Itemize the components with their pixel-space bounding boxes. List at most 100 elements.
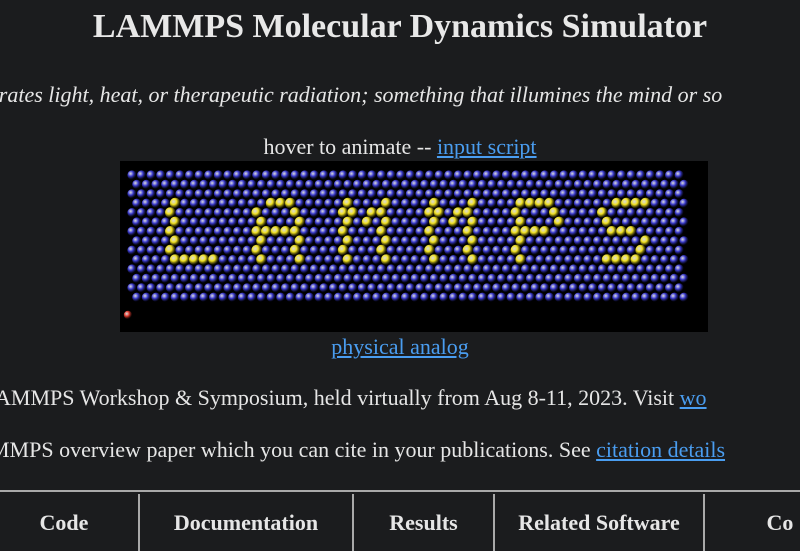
blue-atom [180, 217, 190, 227]
blue-atom [665, 170, 675, 180]
blue-atom [324, 292, 334, 302]
blue-atom [391, 198, 401, 208]
blue-atom [506, 198, 516, 208]
blue-atom [626, 208, 636, 218]
yellow-atom [601, 216, 613, 228]
blue-atom [372, 292, 382, 302]
blue-atom [367, 283, 377, 293]
blue-atom [252, 170, 262, 180]
blue-atom [612, 292, 622, 302]
workshop-text: AMMPS Workshop & Symposium, held virtual… [0, 385, 680, 410]
blue-atom [141, 292, 151, 302]
blue-atom [175, 264, 185, 274]
main-nav: Code Documentation Results Related Softw… [0, 490, 800, 551]
yellow-atom [553, 216, 565, 228]
blue-atom [626, 264, 636, 274]
blue-atom [146, 189, 156, 199]
nav-item-related-software[interactable]: Related Software [495, 494, 703, 551]
blue-atom [137, 208, 147, 218]
blue-atom [348, 245, 358, 255]
workshop-announcement: AMMPS Workshop & Symposium, held virtual… [0, 385, 707, 411]
blue-atom [175, 208, 185, 218]
yellow-atom [256, 254, 267, 265]
yellow-atom [510, 207, 522, 218]
nav-item-documentation[interactable]: Documentation [140, 494, 352, 551]
blue-atom [463, 283, 473, 293]
blue-atom [401, 217, 411, 227]
blue-atom [324, 273, 334, 283]
blue-atom [300, 283, 310, 293]
blue-atom [477, 217, 487, 227]
blue-atom [669, 255, 680, 265]
blue-atom [396, 283, 406, 293]
blue-atom [213, 226, 223, 236]
blue-atom [554, 179, 564, 189]
blue-atom [660, 273, 670, 283]
yellow-atom [169, 197, 181, 209]
blue-atom [607, 264, 617, 274]
blue-atom [213, 170, 223, 180]
yellow-atom [515, 235, 527, 247]
blue-atom [228, 273, 238, 283]
blue-atom [209, 179, 219, 189]
nav-item-results[interactable]: Results [354, 494, 493, 551]
blue-atom [132, 236, 142, 246]
yellow-atom [342, 254, 354, 265]
blue-atom [458, 292, 468, 302]
blue-atom [194, 189, 204, 199]
blue-atom [583, 179, 593, 189]
blue-atom [669, 217, 680, 227]
nav-item-co[interactable]: Co [705, 494, 800, 551]
blue-atom [324, 236, 334, 246]
nav-item-code[interactable]: Code [0, 494, 138, 551]
blue-atom [161, 273, 171, 283]
blue-atom [569, 245, 579, 255]
blue-atom [655, 170, 665, 180]
blue-atom [492, 245, 502, 255]
yellow-atom [381, 197, 392, 209]
blue-atom [309, 189, 319, 199]
blue-atom [151, 198, 161, 208]
blue-atom [137, 264, 147, 274]
lammps-animation[interactable] [120, 161, 708, 332]
blue-atom [199, 236, 209, 246]
physical-analog-link[interactable]: physical analog [331, 334, 468, 359]
workshop-link[interactable]: wo [680, 385, 707, 410]
blue-atom [314, 273, 324, 283]
blue-atom [223, 264, 233, 274]
yellow-atom [342, 216, 354, 228]
blue-atom [415, 245, 425, 255]
blue-atom [525, 217, 535, 227]
yellow-atom [630, 197, 642, 209]
blue-atom [540, 208, 550, 218]
blue-atom [189, 198, 199, 208]
blue-atom [194, 245, 204, 255]
blue-atom [233, 226, 243, 236]
blue-atom [199, 179, 209, 189]
blue-atom [362, 273, 372, 283]
blue-atom [141, 255, 151, 265]
yellow-atom [515, 197, 527, 209]
blue-atom [516, 292, 526, 302]
blue-atom [487, 255, 497, 265]
blue-atom [679, 292, 689, 302]
citation-details-link[interactable]: citation details [596, 437, 725, 462]
blue-atom [213, 189, 223, 199]
blue-atom [444, 226, 454, 236]
yellow-atom [424, 244, 435, 256]
blue-atom [410, 273, 420, 283]
blue-atom [333, 236, 343, 246]
blue-atom [573, 292, 583, 302]
blue-atom [487, 179, 497, 189]
blue-atom [578, 189, 588, 199]
blue-atom [276, 292, 286, 302]
blue-atom [434, 283, 444, 293]
yellow-atom [285, 197, 296, 209]
blue-atom [161, 217, 171, 227]
blue-atom [367, 245, 377, 255]
blue-atom [593, 255, 603, 265]
blue-atom [266, 236, 276, 246]
input-script-link[interactable]: input script [437, 134, 537, 159]
blue-atom [357, 283, 367, 293]
blue-atom [271, 245, 281, 255]
